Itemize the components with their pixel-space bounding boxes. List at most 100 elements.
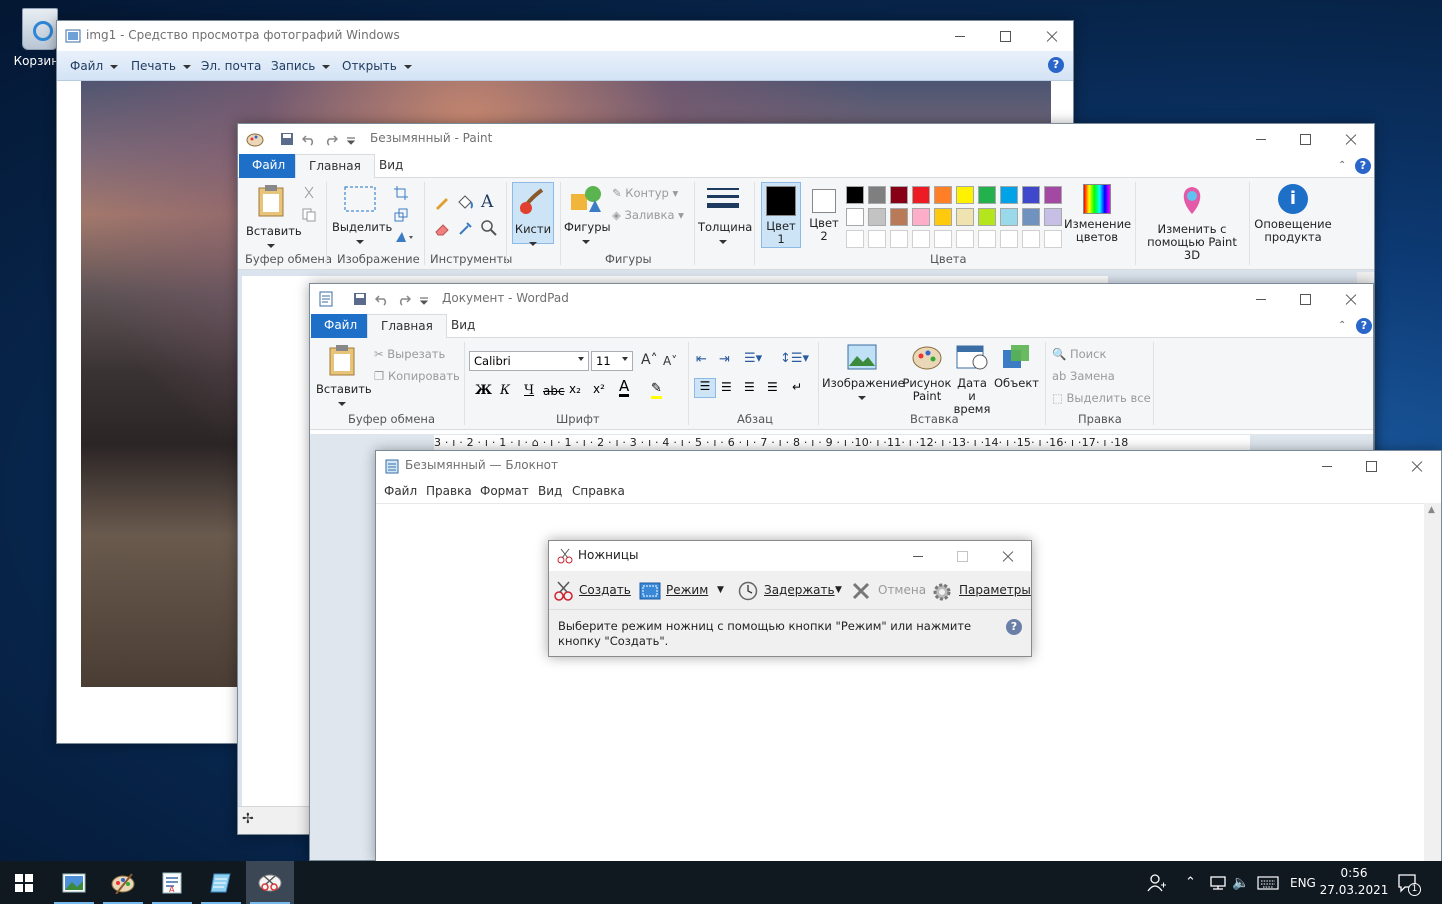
close-button[interactable] <box>985 541 1030 571</box>
delay-button[interactable]: Задержать <box>764 583 835 597</box>
replace-button[interactable]: ab Замена <box>1052 369 1115 383</box>
taskbar-photo-viewer[interactable] <box>50 861 98 904</box>
rotate-icon[interactable] <box>394 230 414 244</box>
grow-font-icon[interactable]: A˄ <box>641 352 658 368</box>
undo-icon[interactable] <box>302 132 316 146</box>
close-button[interactable] <box>1328 284 1373 314</box>
color-picker-icon[interactable] <box>458 220 474 236</box>
color1-button[interactable]: Цвет 1 <box>761 182 801 248</box>
menu-burn[interactable]: Запись <box>271 59 331 73</box>
palette-swatch[interactable] <box>1022 208 1040 226</box>
custom-color-slot[interactable] <box>1044 230 1062 248</box>
tab-home[interactable]: Главная <box>295 154 375 179</box>
custom-color-slot[interactable] <box>956 230 974 248</box>
datetime-button[interactable]: Дата и время <box>952 344 992 416</box>
custom-color-slot[interactable] <box>890 230 908 248</box>
notepad-titlebar[interactable]: Безымянный — Блокнот <box>376 451 1441 481</box>
shrink-font-icon[interactable]: A˅ <box>663 354 677 368</box>
show-hidden-icons-icon[interactable]: ⌃ <box>1185 861 1196 904</box>
justify-icon[interactable]: ☰ <box>767 380 778 394</box>
mode-button[interactable]: Режим <box>666 583 708 597</box>
delay-clock-icon[interactable] <box>738 581 758 601</box>
help-icon[interactable]: ? <box>1006 619 1022 635</box>
redo-icon[interactable] <box>324 132 338 146</box>
menu-format[interactable]: Формат <box>480 484 529 498</box>
outline-button[interactable]: ✎ Контур ▾ <box>612 186 678 200</box>
start-button[interactable] <box>0 861 48 904</box>
font-color-icon[interactable]: A <box>619 379 630 397</box>
palette-swatch[interactable] <box>890 208 908 226</box>
copy-icon[interactable] <box>302 208 316 222</box>
palette-swatch[interactable] <box>978 208 996 226</box>
paragraph-icon[interactable]: ↵ <box>792 380 802 394</box>
edit-colors-button[interactable]: Изменение цветов <box>1064 184 1131 244</box>
qat-customize-icon[interactable] <box>417 292 431 306</box>
eraser-icon[interactable] <box>434 220 450 236</box>
keyboard-icon[interactable] <box>1257 861 1279 904</box>
align-center-icon[interactable]: ☰ <box>721 380 732 394</box>
strikethrough-button[interactable]: abc <box>543 384 565 398</box>
text-tool-icon[interactable]: A <box>481 192 493 212</box>
help-icon[interactable]: ? <box>1355 158 1371 174</box>
brushes-button[interactable]: Кисти <box>512 182 554 246</box>
bullets-icon[interactable]: ☰▾ <box>744 351 762 366</box>
network-icon[interactable] <box>1208 861 1228 904</box>
menu-edit[interactable]: Правка <box>426 484 472 498</box>
pencil-icon[interactable] <box>434 194 450 210</box>
tab-view[interactable]: Вид <box>438 314 488 338</box>
custom-color-slot[interactable] <box>868 230 886 248</box>
find-button[interactable]: 🔍 Поиск <box>1052 347 1106 361</box>
close-button[interactable] <box>1328 124 1373 154</box>
insert-object-button[interactable]: Объект <box>994 344 1039 390</box>
align-left-icon[interactable]: ☰ <box>694 378 716 398</box>
gear-icon[interactable] <box>931 581 953 603</box>
custom-color-slot[interactable] <box>846 230 864 248</box>
increase-indent-icon[interactable]: ⇥ <box>719 352 730 367</box>
font-size-select[interactable]: 11 <box>591 351 633 371</box>
menu-open[interactable]: Открыть <box>342 59 412 73</box>
ribbon-collapse-icon[interactable]: ⌃ <box>1338 320 1346 331</box>
new-snip-icon[interactable] <box>553 580 575 602</box>
palette-swatch[interactable] <box>1022 186 1040 204</box>
decrease-indent-icon[interactable]: ⇤ <box>696 352 707 367</box>
redo-icon[interactable] <box>397 292 411 306</box>
palette-swatch[interactable] <box>956 208 974 226</box>
select-button[interactable]: Выделить <box>332 184 392 247</box>
menu-email[interactable]: Эл. почта <box>201 59 261 73</box>
tab-home[interactable]: Главная <box>367 314 447 339</box>
photo-viewer-titlebar[interactable]: img1 - Средство просмотра фотографий Win… <box>57 21 1073 51</box>
save-icon[interactable] <box>353 292 367 306</box>
tab-file[interactable]: Файл <box>239 154 299 178</box>
palette-swatch[interactable] <box>1000 208 1018 226</box>
palette-swatch[interactable] <box>934 186 952 204</box>
taskbar-snipping-tool[interactable] <box>246 861 294 904</box>
italic-button[interactable]: К <box>500 383 510 398</box>
cut-button[interactable]: ✂ Вырезать <box>374 347 445 361</box>
custom-color-slot[interactable] <box>934 230 952 248</box>
bold-button[interactable]: Ж <box>475 383 492 398</box>
maximize-button[interactable] <box>1283 284 1328 314</box>
mode-icon[interactable] <box>639 582 661 600</box>
palette-swatch[interactable] <box>956 186 974 204</box>
maximize-button[interactable] <box>983 21 1028 51</box>
crop-icon[interactable] <box>394 186 408 200</box>
resize-icon[interactable] <box>394 208 408 222</box>
undo-icon[interactable] <box>375 292 389 306</box>
palette-swatch[interactable] <box>934 208 952 226</box>
palette-swatch[interactable] <box>868 208 886 226</box>
wordpad-titlebar[interactable]: Документ - WordPad <box>310 284 1373 314</box>
fill-button[interactable]: ◈ Заливка ▾ <box>612 208 684 222</box>
taskbar-paint[interactable] <box>99 861 147 904</box>
language-indicator[interactable]: ENG <box>1290 861 1316 904</box>
tab-view[interactable]: Вид <box>366 154 416 178</box>
color2-button[interactable]: Цвет 2 <box>806 184 842 243</box>
palette-swatch[interactable] <box>978 186 996 204</box>
align-right-icon[interactable]: ☰ <box>744 380 755 394</box>
font-name-select[interactable]: Calibri <box>469 351 589 371</box>
people-icon[interactable] <box>1147 861 1167 904</box>
palette-swatch[interactable] <box>912 186 930 204</box>
palette-swatch[interactable] <box>868 186 886 204</box>
minimize-button[interactable] <box>1238 124 1283 154</box>
help-icon[interactable]: ? <box>1048 57 1064 73</box>
paint-drawing-button[interactable]: Рисунок Paint <box>902 344 952 403</box>
